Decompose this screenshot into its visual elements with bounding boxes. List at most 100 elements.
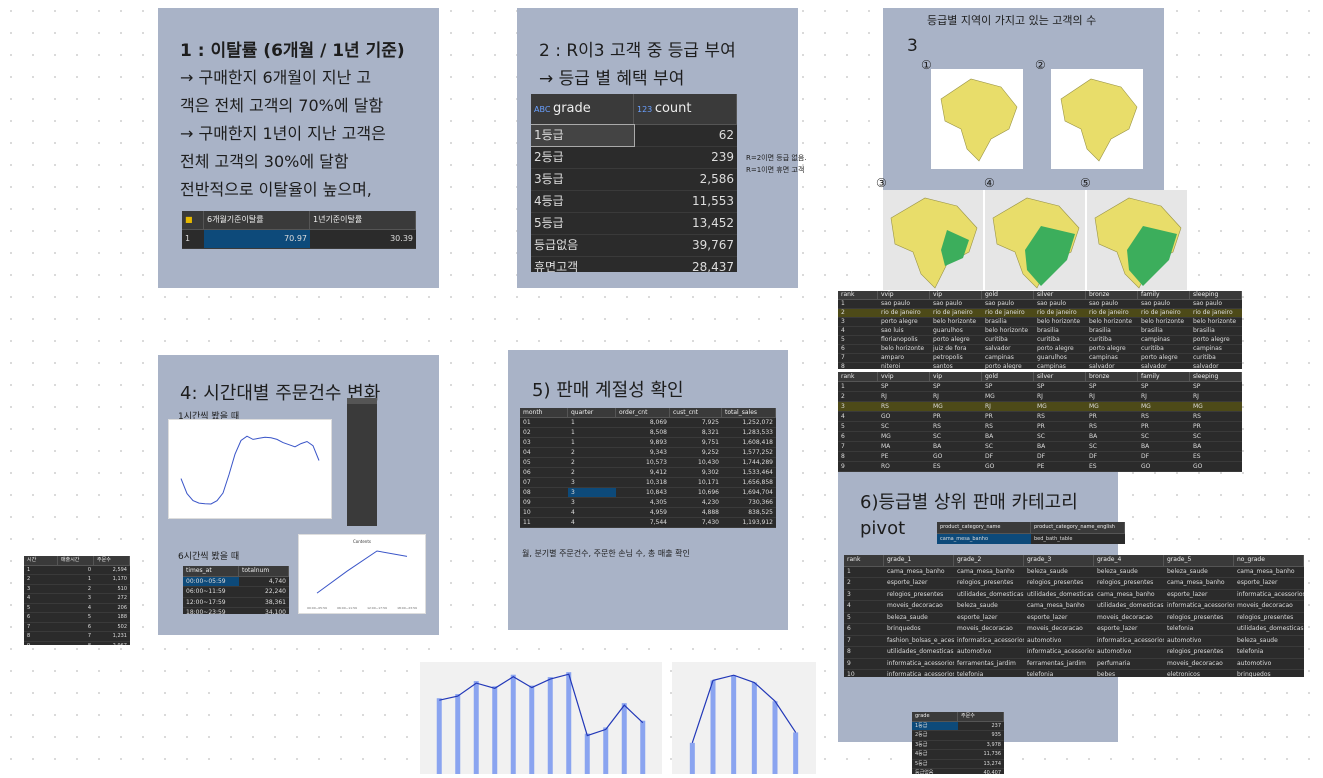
table-cell[interactable]: BA (982, 432, 1034, 441)
table-cell[interactable]: campinas (1034, 363, 1086, 369)
table-cell[interactable]: sao paulo (1190, 300, 1242, 308)
table-cell[interactable]: GO (878, 412, 930, 421)
table-cell[interactable]: 188 (94, 613, 130, 622)
table-row[interactable]: 4 moveis_decoracao beleza_saude cama_mesa_b… (844, 601, 1304, 613)
table-cell[interactable]: utilidades_domesticas (1024, 590, 1094, 601)
table-cell[interactable]: moveis_decoracao (1164, 659, 1234, 670)
table-cell[interactable]: 6 (838, 432, 878, 441)
table-cell[interactable]: campinas (1190, 345, 1242, 353)
table-cell[interactable]: beleza_saude (1094, 567, 1164, 578)
column-header[interactable]: bronze (1086, 291, 1138, 299)
table-cell[interactable]: rio de janeiro (1138, 309, 1190, 317)
table-row[interactable]: 7 amparo petropolis campinas guarulhos campin… (838, 354, 1242, 363)
table-cell[interactable]: sao paulo (878, 300, 930, 308)
table-cell[interactable]: 5등급 (912, 760, 958, 769)
table-cell[interactable]: 2 (568, 458, 616, 467)
table-cell[interactable]: telefonia (1164, 624, 1234, 635)
table-cell[interactable]: 05 (520, 458, 568, 467)
table-cell[interactable]: santos (930, 363, 982, 369)
table-cell[interactable]: RJ (878, 392, 930, 401)
table-row[interactable]: 03 1 9,893 9,751 1,608,418 (520, 438, 776, 448)
table-cell[interactable]: 10,573 (616, 458, 670, 467)
table-cell[interactable]: SP (1086, 382, 1138, 391)
table-cell[interactable]: telefonia (954, 670, 1024, 677)
table-cell[interactable]: esporte_lazer (1234, 578, 1304, 589)
table-cell[interactable]: brinquedos (884, 624, 954, 635)
table-cell[interactable]: 7 (844, 636, 884, 647)
table-row[interactable]: 3등급 2,586 (531, 169, 737, 191)
table-cell[interactable]: rio de janeiro (930, 309, 982, 317)
table-row[interactable]: 08 3 10,843 10,696 1,694,704 (520, 488, 776, 498)
table-cell[interactable]: informatica_acessorios (1094, 636, 1164, 647)
table-row[interactable]: 11 4 7,544 7,430 1,193,912 (520, 518, 776, 528)
table-cell[interactable]: 1 (24, 566, 58, 575)
table-cell[interactable]: 5 (838, 422, 878, 431)
table-row[interactable]: 9 informatica_acessorios ferramentas_jardi… (844, 659, 1304, 670)
table-row[interactable]: 3 porto alegre belo horizonte brasilia belo … (838, 318, 1242, 327)
hourly-mini-grid[interactable] (347, 398, 377, 526)
table-cell[interactable]: curitiba (1086, 336, 1138, 344)
column-header[interactable]: gold (982, 291, 1034, 299)
table-cell[interactable]: SC (1086, 442, 1138, 451)
table-cell[interactable]: porto alegre (982, 363, 1034, 369)
table-cell[interactable]: 237 (958, 722, 1004, 731)
table-cell[interactable]: MG (1086, 402, 1138, 411)
table-cell[interactable]: porto alegre (1034, 345, 1086, 353)
table-cell[interactable]: 1,577,252 (722, 448, 776, 457)
table-row[interactable]: 1 cama_mesa_banho cama_mesa_banho beleza_sa… (844, 567, 1304, 578)
table-cell[interactable]: relogios_presentes (1094, 578, 1164, 589)
table-cell[interactable]: 8 (838, 363, 878, 369)
table-row[interactable]: 7 MA BA SC BA SC BA BA (838, 442, 1242, 452)
table-cell[interactable]: 2 (24, 575, 58, 584)
column-header[interactable]: 1년기준이탈률 (310, 211, 416, 229)
grade-cell[interactable]: 5등급 (531, 213, 634, 234)
table-cell[interactable]: 3 (838, 402, 878, 411)
hourly-count-grid[interactable]: 시간 매출시간 주문수 1 0 2,594 2 1 1,170 3 2 510 4 3 272 5 4 206 6 5… (24, 556, 130, 645)
table-cell[interactable]: 2,594 (94, 566, 130, 575)
table-cell[interactable]: fashion_bolsas_e_acessorios (884, 636, 954, 647)
table-cell[interactable]: 935 (958, 731, 1004, 740)
table-cell[interactable]: perfumaria (1094, 659, 1164, 670)
table-row[interactable]: 4 3 272 (24, 594, 130, 604)
table-cell[interactable]: 4 (838, 412, 878, 421)
table-cell[interactable]: ES (1086, 462, 1138, 471)
table-cell[interactable]: DF (1034, 452, 1086, 461)
table-cell[interactable]: relogios_presentes (884, 590, 954, 601)
grade-cell[interactable]: 등급없음 (531, 235, 634, 256)
table-cell[interactable]: 8,069 (616, 418, 670, 427)
table-cell[interactable]: RJ (982, 402, 1034, 411)
table-row[interactable]: 3 relogios_presentes utilidades_domesticas… (844, 590, 1304, 601)
table-cell[interactable]: 06 (520, 468, 568, 477)
table-row[interactable]: 8 7 1,231 (24, 632, 130, 642)
table-cell[interactable]: PR (982, 412, 1034, 421)
count-cell[interactable]: 28,437 (634, 257, 737, 272)
table-row[interactable]: 9 RO ES GO PE ES GO GO (838, 462, 1242, 472)
table-cell[interactable]: 7 (58, 632, 94, 641)
table-cell[interactable]: 4,230 (670, 498, 722, 507)
column-header-count[interactable]: 123 count (634, 94, 737, 124)
table-cell[interactable]: 2등급 (912, 731, 958, 740)
table-row[interactable]: 5 beleza_saude esporte_lazer esporte_lazer m… (844, 613, 1304, 624)
table-row[interactable]: 등급없음 39,767 (531, 235, 737, 257)
table-cell[interactable]: 3 (24, 585, 58, 594)
table-cell[interactable]: automotivo (1024, 636, 1094, 647)
table-cell[interactable]: 3 (568, 488, 616, 497)
table-cell[interactable]: 18:00~23:59 (183, 608, 239, 614)
table-cell[interactable]: PE (1034, 462, 1086, 471)
table-row[interactable]: 5 florianopolis porto alegre curitiba curiti… (838, 336, 1242, 345)
table-cell[interactable]: esporte_lazer (884, 578, 954, 589)
table-cell[interactable]: 2 (838, 309, 878, 317)
grade-cell[interactable]: 2등급 (531, 147, 634, 168)
column-header[interactable]: no_grade (1234, 555, 1304, 566)
table-cell[interactable]: campinas (982, 354, 1034, 362)
table-cell[interactable]: sao paulo (1138, 300, 1190, 308)
table-row[interactable]: 3 RS MG RJ MG MG MG MG (838, 402, 1242, 412)
table-row[interactable]: 05 2 10,573 10,430 1,744,289 (520, 458, 776, 468)
table-cell[interactable]: 1,533,464 (722, 468, 776, 477)
table-cell[interactable]: 8 (24, 632, 58, 641)
cell-1year[interactable]: 30.39 (310, 230, 416, 248)
table-cell[interactable]: belo horizonte (878, 345, 930, 353)
table-cell[interactable]: RO (878, 462, 930, 471)
category-mini-grid[interactable]: product_category_name product_category_n… (937, 522, 1125, 544)
column-header[interactable]: product_category_name (937, 522, 1031, 533)
